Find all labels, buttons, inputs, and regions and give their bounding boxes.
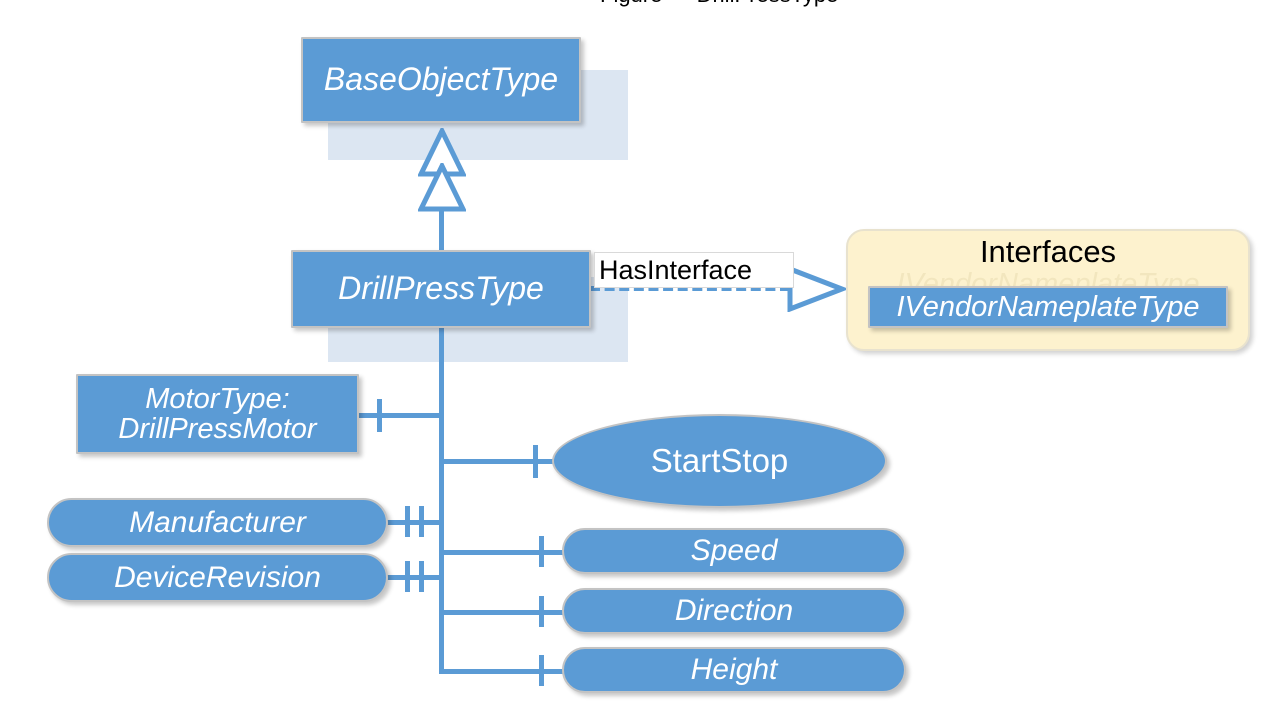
node-height-label: Height — [690, 653, 778, 687]
node-speed[interactable]: Speed — [562, 528, 906, 574]
node-base-object-type[interactable]: BaseObjectType — [301, 37, 581, 123]
generalization-arrow-lower — [418, 163, 466, 212]
tick-motor-type — [377, 399, 382, 432]
node-base-object-type-label: BaseObjectType — [323, 61, 559, 98]
node-direction[interactable]: Direction — [562, 588, 906, 634]
tree-branch-direction — [439, 610, 574, 615]
tree-branch-device-revision — [384, 575, 441, 580]
node-manufacturer-label: Manufacturer — [129, 505, 306, 539]
node-drill-press-type-label: DrillPressType — [338, 270, 544, 307]
node-height[interactable]: Height — [562, 647, 906, 693]
has-interface-arrowhead — [787, 266, 846, 312]
tick-speed — [539, 536, 544, 567]
tick-device-revision-inner — [419, 561, 424, 592]
node-device-revision[interactable]: DeviceRevision — [47, 553, 388, 602]
node-start-stop-label: StartStop — [650, 441, 789, 479]
tree-branch-start-stop — [439, 459, 569, 464]
node-device-revision-label: DeviceRevision — [114, 560, 321, 594]
node-manufacturer[interactable]: Manufacturer — [47, 498, 388, 547]
node-start-stop[interactable]: StartStop — [552, 414, 887, 508]
node-motor-type[interactable]: MotorType: DrillPressMotor — [76, 374, 359, 454]
node-ivendornameplatetype-label: IVendorNameplateType — [896, 290, 1200, 323]
tick-height — [539, 655, 544, 686]
tree-trunk — [439, 328, 444, 673]
clipped-caption: Figure — DrillPressType — [600, 0, 860, 8]
tree-branch-speed — [439, 550, 574, 555]
node-direction-label: Direction — [674, 594, 794, 628]
tree-branch-manufacturer — [384, 520, 441, 525]
node-ivendornameplatetype[interactable]: IVendorNameplateType — [868, 286, 1228, 328]
diagram-canvas: Figure — DrillPressType BaseObjectType D… — [0, 0, 1280, 720]
tick-direction — [539, 596, 544, 627]
tick-manufacturer-outer — [405, 506, 410, 537]
tick-start-stop — [533, 445, 538, 478]
interfaces-panel-title: Interfaces — [979, 234, 1117, 269]
tick-manufacturer-inner — [419, 506, 424, 537]
node-motor-type-label-line2: DrillPressMotor — [118, 413, 317, 445]
tick-device-revision-outer — [405, 561, 410, 592]
tree-branch-motor-type — [355, 413, 441, 418]
node-drill-press-type[interactable]: DrillPressType — [291, 250, 591, 328]
node-speed-label: Speed — [690, 534, 778, 568]
edge-label-has-interface: HasInterface — [594, 252, 794, 288]
tree-branch-height — [439, 669, 574, 674]
node-motor-type-label-line1: MotorType: — [145, 382, 290, 415]
edge-label-has-interface-text: HasInterface — [599, 254, 753, 285]
